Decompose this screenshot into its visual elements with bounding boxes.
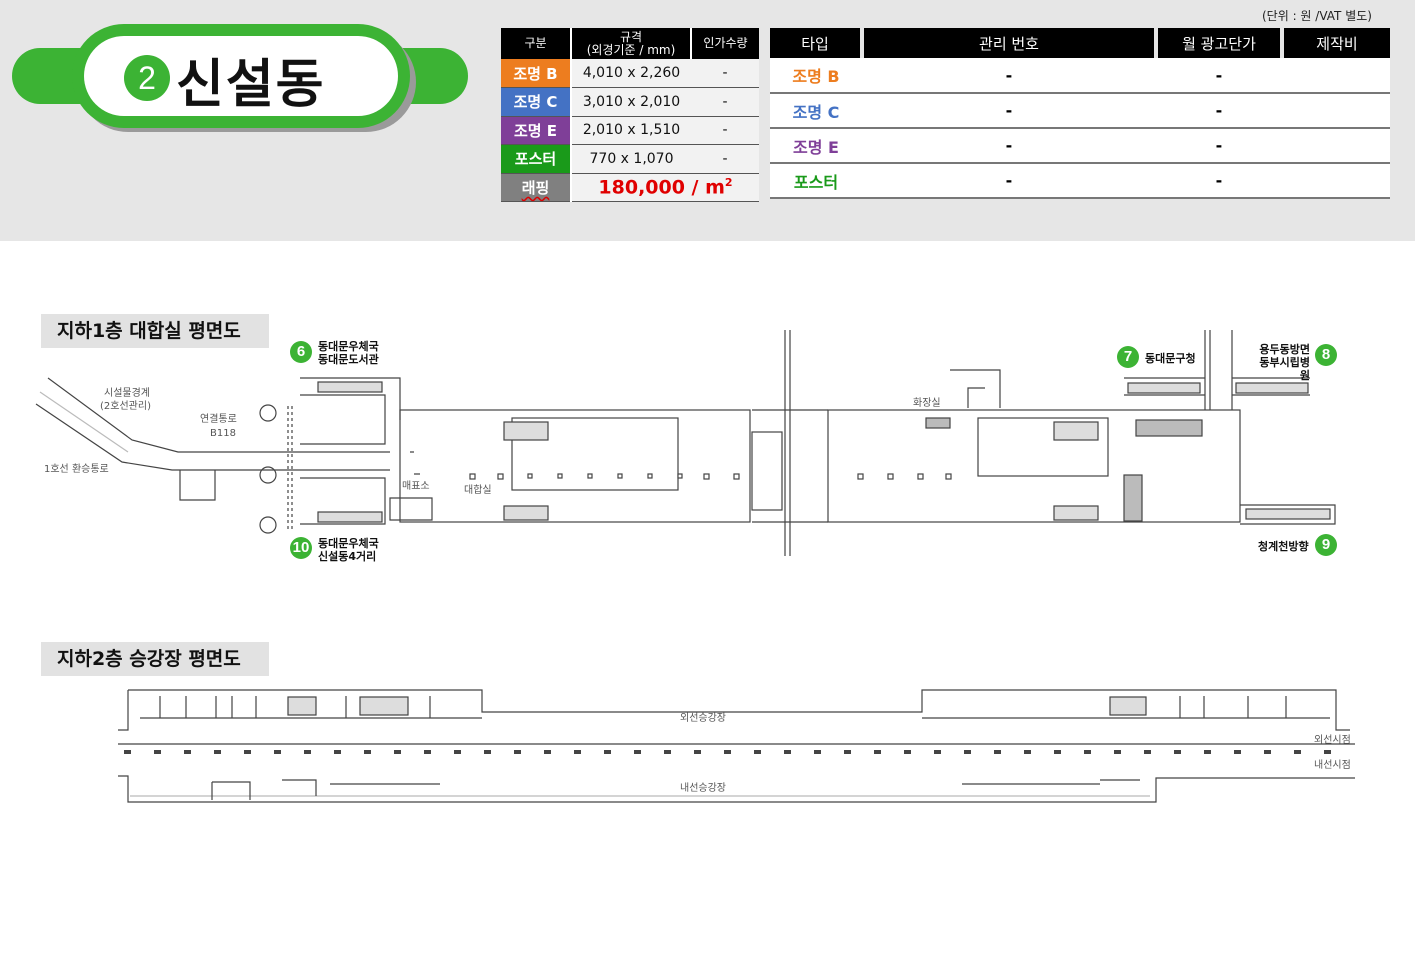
exit-7-badge: 7 [1117,346,1139,368]
exit-10-badge: 10 [290,537,312,559]
exit-10-line1: 동대문우체국 [318,537,379,550]
restroom-label: 화장실 [913,398,941,409]
exit-6-line2: 동대문도서관 [318,353,379,366]
exit-8-label: 용두동방면 동부시립병원 [1250,343,1310,382]
exit-9-label: 청계천방향 [1258,540,1309,553]
exit-10-label: 동대문우체국 신설동4거리 [318,537,379,563]
exit-10-line2: 신설동4거리 [318,550,377,563]
inner-track-label: 내선시점 [1314,760,1351,771]
facility-boundary-label: 시설물경계 [104,388,150,399]
outer-platform-label: 외선승강장 [680,713,726,724]
corridor-code: B118 [210,428,236,439]
exit-8-line1: 용두동방면 [1259,343,1310,356]
exit-8-line2: 동부시립병원 [1259,356,1310,382]
exit-8-badge: 8 [1315,344,1337,366]
ticket-office-label: 매표소 [402,481,430,492]
corridor-label: 연결통로 [200,414,237,425]
floor-plan-drawing [35,330,1355,803]
transfer-label: 1호선 환승통로 [44,464,109,475]
outer-track-label: 외선시점 [1314,735,1351,746]
exit-6-line1: 동대문우체국 [318,340,379,353]
b2-plan-label: 지하2층 승강장 평면도 [41,642,269,676]
exit-9-badge: 9 [1315,534,1337,556]
exit-7-label: 동대문구청 [1145,352,1196,365]
exit-6-badge: 6 [290,341,312,363]
boundary-note: (2호선관리) [100,401,151,412]
concourse-label: 대합실 [464,485,492,496]
exit-6-label: 동대문우체국 동대문도서관 [318,340,379,366]
inner-platform-label: 내선승강장 [680,783,726,794]
